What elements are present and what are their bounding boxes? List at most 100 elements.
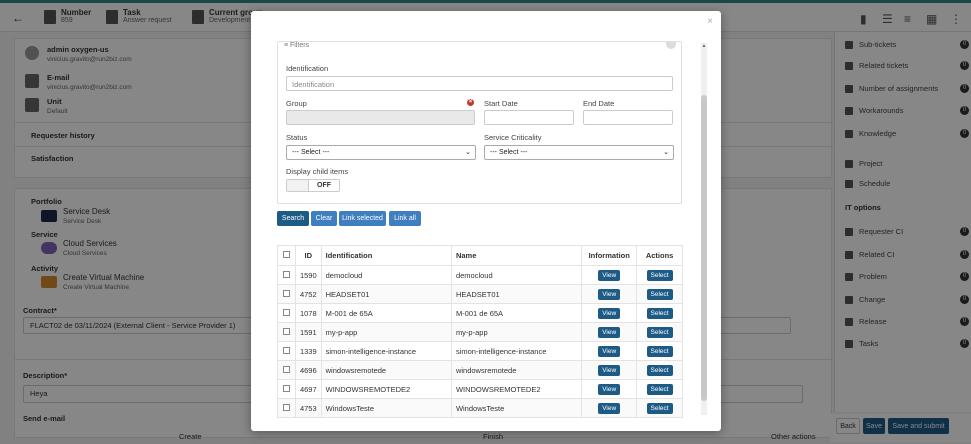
- cell-information: View: [581, 303, 638, 323]
- cell-information: View: [581, 284, 638, 304]
- link-items-modal: × ▲ ≡ Filters Identification Identificat…: [251, 11, 721, 431]
- row-checkbox[interactable]: [282, 365, 290, 373]
- row-checkbox[interactable]: [282, 308, 290, 316]
- group-label: Group: [286, 99, 307, 108]
- status-select[interactable]: --- Select --- ⌄: [286, 145, 476, 160]
- select-button[interactable]: Select: [646, 383, 673, 395]
- row-checkbox[interactable]: [282, 403, 290, 411]
- link-selected-button[interactable]: Link selected: [339, 211, 386, 226]
- view-button[interactable]: View: [598, 288, 621, 300]
- status-label: Status: [286, 133, 308, 142]
- table-row: 4753 WindowsTeste WindowsTeste View Sele…: [277, 398, 683, 418]
- row-checkbox-cell[interactable]: [277, 341, 296, 361]
- row-checkbox-cell[interactable]: [277, 284, 296, 304]
- cell-name: M-001 de 65A: [450, 303, 583, 323]
- row-checkbox[interactable]: [282, 346, 290, 354]
- cell-actions: Select: [636, 303, 683, 323]
- column-header-identification[interactable]: Identification: [320, 245, 452, 266]
- cell-identification: WindowsTeste: [320, 398, 452, 418]
- clear-button[interactable]: Clear: [311, 211, 337, 226]
- cell-identification: simon-intelligence-instance: [320, 341, 452, 361]
- cell-information: View: [581, 341, 638, 361]
- select-all-checkbox-cell[interactable]: [277, 245, 296, 266]
- row-checkbox[interactable]: [282, 384, 290, 392]
- row-checkbox[interactable]: [282, 289, 290, 297]
- select-button[interactable]: Select: [646, 402, 673, 414]
- cell-information: View: [581, 379, 638, 399]
- select-button[interactable]: Select: [646, 288, 673, 300]
- select-button[interactable]: Select: [646, 269, 673, 281]
- row-checkbox[interactable]: [282, 327, 290, 335]
- select-button[interactable]: Select: [646, 326, 673, 338]
- view-button[interactable]: View: [598, 402, 621, 414]
- search-button[interactable]: Search: [277, 211, 309, 226]
- scrollbar-thumb[interactable]: [701, 95, 707, 401]
- view-button[interactable]: View: [598, 383, 621, 395]
- service-criticality-label: Service Criticality: [484, 133, 542, 142]
- table-row: 1591 my-p-app my-p-app View Select: [277, 322, 683, 342]
- modal-scrollbar[interactable]: ▲: [701, 43, 707, 415]
- cell-id: 4753: [294, 398, 322, 418]
- row-checkbox-cell[interactable]: [277, 303, 296, 323]
- cell-actions: Select: [636, 341, 683, 361]
- table-header-row: ID Identification Name Information Actio…: [277, 245, 683, 266]
- cell-information: View: [581, 322, 638, 342]
- clear-group-icon[interactable]: ×: [467, 99, 474, 106]
- end-date-label: End Date: [583, 99, 615, 108]
- row-checkbox[interactable]: [282, 270, 290, 278]
- select-all-checkbox[interactable]: [282, 251, 290, 258]
- start-date-label: Start Date: [484, 99, 518, 108]
- view-button[interactable]: View: [598, 307, 621, 319]
- cell-actions: Select: [636, 360, 683, 380]
- row-checkbox-cell[interactable]: [277, 360, 296, 380]
- cell-identification: my-p-app: [320, 322, 452, 342]
- scroll-up-icon[interactable]: ▲: [701, 43, 707, 49]
- view-button[interactable]: View: [598, 345, 621, 357]
- table-row: 4752 HEADSET01 HEADSET01 View Select: [277, 284, 683, 304]
- select-button[interactable]: Select: [646, 364, 673, 376]
- row-checkbox-cell[interactable]: [277, 265, 296, 285]
- identification-input[interactable]: Identification: [286, 76, 673, 91]
- cell-identification: democloud: [320, 265, 452, 285]
- cell-name: democloud: [450, 265, 583, 285]
- cell-id: 4696: [294, 360, 322, 380]
- column-header-id[interactable]: ID: [294, 245, 322, 266]
- select-button[interactable]: Select: [646, 307, 673, 319]
- view-button[interactable]: View: [598, 364, 621, 376]
- row-checkbox-cell[interactable]: [277, 379, 296, 399]
- cell-id: 4752: [294, 284, 322, 304]
- end-date-input[interactable]: [583, 110, 673, 125]
- column-header-name[interactable]: Name: [450, 245, 583, 266]
- table-row: 1590 democloud democloud View Select: [277, 265, 683, 285]
- cell-id: 1591: [294, 322, 322, 342]
- close-icon[interactable]: ×: [707, 16, 713, 27]
- cell-actions: Select: [636, 284, 683, 304]
- table-row: 1339 simon-intelligence-instance simon-i…: [277, 341, 683, 361]
- table-row: 4697 WINDOWSREMOTEDE2 WINDOWSREMOTEDE2 V…: [277, 379, 683, 399]
- cell-identification: HEADSET01: [320, 284, 452, 304]
- row-checkbox-cell[interactable]: [277, 322, 296, 342]
- cell-information: View: [581, 265, 638, 285]
- chevron-down-icon: ⌄: [663, 149, 669, 156]
- start-date-input[interactable]: [484, 110, 574, 125]
- table-row: 4696 windowsremotede windowsremotede Vie…: [277, 360, 683, 380]
- service-criticality-select[interactable]: --- Select --- ⌄: [484, 145, 674, 160]
- group-input: [286, 110, 475, 125]
- cell-information: View: [581, 360, 638, 380]
- row-checkbox-cell[interactable]: [277, 398, 296, 418]
- cell-id: 1078: [294, 303, 322, 323]
- link-all-button[interactable]: Link all: [389, 211, 421, 226]
- filters-header[interactable]: ≡ Filters: [284, 42, 309, 49]
- cell-actions: Select: [636, 322, 683, 342]
- cell-name: WINDOWSREMOTEDE2: [450, 379, 583, 399]
- display-child-items-toggle[interactable]: OFF: [286, 179, 340, 192]
- view-button[interactable]: View: [598, 326, 621, 338]
- select-button[interactable]: Select: [646, 345, 673, 357]
- cell-actions: Select: [636, 398, 683, 418]
- cell-name: WindowsTeste: [450, 398, 583, 418]
- chevron-down-icon: ⌄: [465, 149, 471, 156]
- view-button[interactable]: View: [598, 269, 621, 281]
- collapse-icon[interactable]: [666, 42, 676, 49]
- items-table: ID Identification Name Information Actio…: [277, 245, 683, 418]
- cell-id: 1590: [294, 265, 322, 285]
